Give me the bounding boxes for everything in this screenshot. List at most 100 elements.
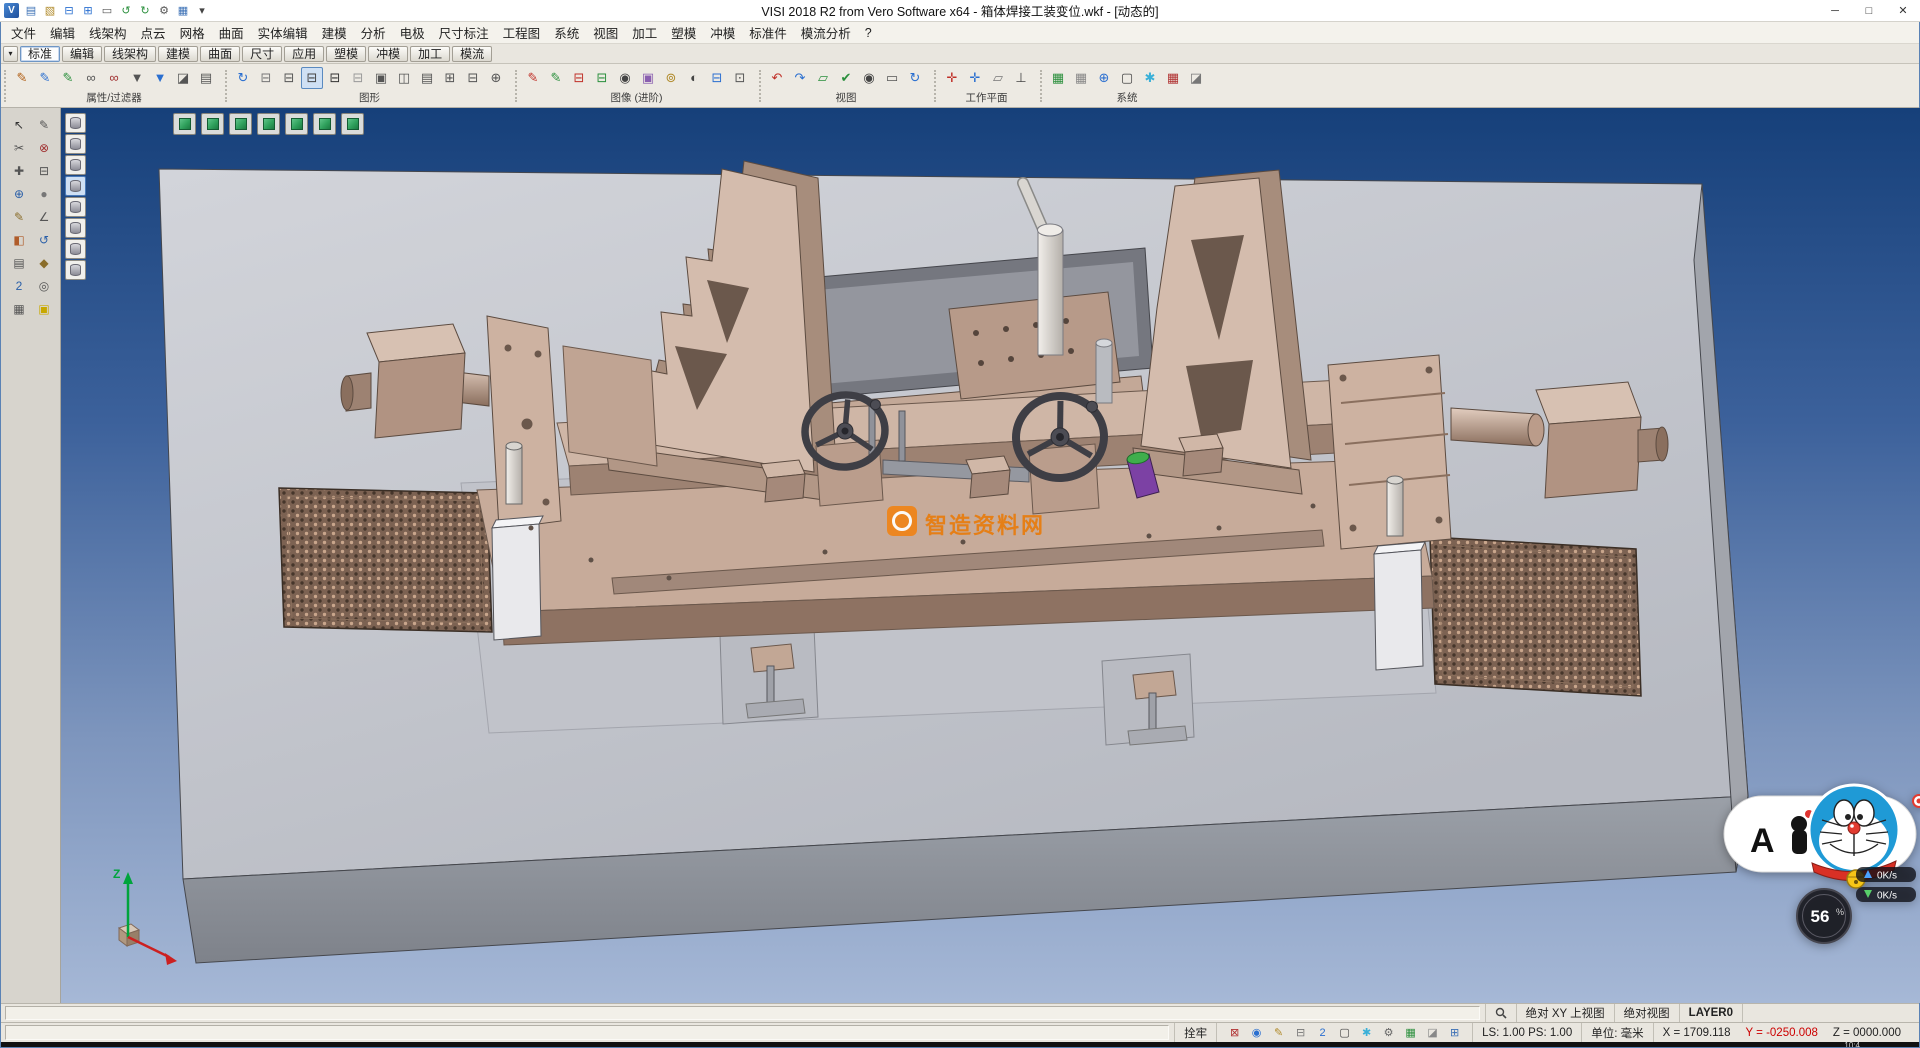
toolbar-tab[interactable]: 编辑 bbox=[62, 46, 102, 62]
two-point-icon[interactable]: 2 bbox=[9, 276, 29, 295]
match-properties-icon[interactable]: ✎ bbox=[57, 67, 79, 89]
workplane-normal-icon[interactable]: ⊥ bbox=[1010, 67, 1032, 89]
link-icon[interactable]: ∞ bbox=[80, 67, 102, 89]
workplane-face-icon[interactable]: ▱ bbox=[987, 67, 1009, 89]
edit-attributes-icon[interactable]: ✎ bbox=[11, 67, 33, 89]
toolbar-tab[interactable]: 冲模 bbox=[368, 46, 408, 62]
menu-item[interactable]: 线架构 bbox=[82, 21, 134, 44]
view-plane-icon[interactable]: ▱ bbox=[812, 67, 834, 89]
wireframe-view-icon[interactable]: ⊟ bbox=[255, 67, 277, 89]
view-iso-icon[interactable] bbox=[173, 113, 196, 135]
menu-item[interactable]: 建模 bbox=[315, 21, 354, 44]
view-check-icon[interactable]: ✔ bbox=[835, 67, 857, 89]
layer-disc-icon[interactable] bbox=[65, 239, 86, 259]
menu-item[interactable]: ? bbox=[858, 24, 879, 42]
trim-icon[interactable]: ✂ bbox=[9, 138, 29, 157]
layers-view-icon[interactable]: ▤ bbox=[416, 67, 438, 89]
attributes-brush-icon[interactable]: ✎ bbox=[34, 67, 56, 89]
view-back-icon[interactable] bbox=[313, 113, 336, 135]
plane-lock-icon[interactable]: ◪ bbox=[1424, 1026, 1441, 1039]
solid-blue-icon[interactable]: ⊟ bbox=[706, 67, 728, 89]
camera-icon[interactable]: ▣ bbox=[637, 67, 659, 89]
rendered-view-icon[interactable]: ⊟ bbox=[324, 67, 346, 89]
pencil-icon[interactable]: ✎ bbox=[9, 207, 29, 226]
viewport-3d[interactable]: 智造资料网 Z bbox=[61, 108, 1920, 1003]
menu-item[interactable]: 实体编辑 bbox=[251, 21, 315, 44]
edit-icon[interactable]: ✎ bbox=[34, 115, 54, 134]
stamp-icon[interactable]: ◆ bbox=[34, 253, 54, 272]
menu-item[interactable]: 工程图 bbox=[496, 21, 548, 44]
doraemon-speed-widget[interactable]: A bbox=[1704, 768, 1920, 958]
texture-icon[interactable]: ⊡ bbox=[729, 67, 751, 89]
refresh-icon[interactable]: ↻ bbox=[232, 67, 254, 89]
menu-item[interactable]: 尺寸标注 bbox=[432, 21, 496, 44]
new-file-icon[interactable]: ▤ bbox=[23, 3, 39, 19]
workplane-origin-icon[interactable]: ✛ bbox=[941, 67, 963, 89]
view-right-icon[interactable] bbox=[257, 113, 280, 135]
freeze-icon[interactable]: ✱ bbox=[1358, 1026, 1375, 1039]
green-pencil-icon[interactable]: ✎ bbox=[545, 67, 567, 89]
palette-icon[interactable]: ◧ bbox=[9, 230, 29, 249]
angle-measure-icon[interactable]: ∠ bbox=[34, 207, 54, 226]
view-bottom-icon[interactable] bbox=[341, 113, 364, 135]
globe-icon[interactable]: ⊕ bbox=[1093, 67, 1115, 89]
menu-item[interactable]: 模流分析 bbox=[794, 21, 858, 44]
hidden-line-icon[interactable]: ⊟ bbox=[278, 67, 300, 89]
ghost-view-icon[interactable]: ⊟ bbox=[347, 67, 369, 89]
toolbar-tab[interactable]: 曲面 bbox=[200, 46, 240, 62]
solid-mode-icon[interactable]: ⊟ bbox=[1292, 1026, 1309, 1039]
snap-icon[interactable]: ⊕ bbox=[9, 184, 29, 203]
sphere-icon[interactable]: ● bbox=[34, 184, 54, 203]
lock-icon[interactable]: ⊠ bbox=[1226, 1026, 1243, 1039]
grid-view-icon[interactable]: ⊞ bbox=[439, 67, 461, 89]
monitor-icon[interactable]: ▢ bbox=[1116, 67, 1138, 89]
snowflake-icon[interactable]: ✱ bbox=[1139, 67, 1161, 89]
box-view-icon[interactable]: ▣ bbox=[370, 67, 392, 89]
menu-item[interactable]: 电极 bbox=[393, 21, 432, 44]
menu-item[interactable]: 点云 bbox=[134, 21, 173, 44]
layer-disc-icon[interactable] bbox=[65, 155, 86, 175]
zoom-cube-icon[interactable]: ⊕ bbox=[485, 67, 507, 89]
layer-disc-icon[interactable] bbox=[65, 176, 86, 196]
maximize-button[interactable]: □ bbox=[1852, 0, 1886, 21]
menu-item[interactable]: 标准件 bbox=[742, 21, 794, 44]
settings-icon[interactable]: ⚙ bbox=[156, 3, 172, 19]
layer-disc-icon[interactable] bbox=[65, 218, 86, 238]
layer-disc-icon[interactable] bbox=[65, 134, 86, 154]
toolbar-tab[interactable]: 模流 bbox=[452, 46, 492, 62]
contrast-icon[interactable]: ◐ bbox=[683, 67, 705, 89]
solid-view-icon[interactable]: ⊟ bbox=[462, 67, 484, 89]
workplane-align-icon[interactable]: ✛ bbox=[964, 67, 986, 89]
layer-disc-icon[interactable] bbox=[65, 197, 86, 217]
toolbar-tab[interactable]: 线架构 bbox=[104, 46, 156, 62]
redo-icon[interactable]: ↻ bbox=[137, 3, 153, 19]
save-icon[interactable]: ⊟ bbox=[61, 3, 77, 19]
layer-disc-icon[interactable] bbox=[65, 260, 86, 280]
cylinder-icon[interactable]: ⊟ bbox=[34, 161, 54, 180]
toolbar-tab[interactable]: 建模 bbox=[158, 46, 198, 62]
filter-add-icon[interactable]: ▼ bbox=[149, 67, 171, 89]
light-icon[interactable]: ⊚ bbox=[660, 67, 682, 89]
toolbar-tab[interactable]: 应用 bbox=[284, 46, 324, 62]
red-pencil-icon[interactable]: ✎ bbox=[522, 67, 544, 89]
toolbar-tab[interactable]: 加工 bbox=[410, 46, 450, 62]
menu-item[interactable]: 网格 bbox=[173, 21, 212, 44]
solid-green-icon[interactable]: ⊟ bbox=[591, 67, 613, 89]
toolbar-tab[interactable]: 标准 bbox=[20, 46, 60, 62]
calc-icon[interactable]: ⊞ bbox=[1446, 1026, 1463, 1039]
menu-item[interactable]: 冲模 bbox=[703, 21, 742, 44]
view-next-icon[interactable]: ↷ bbox=[789, 67, 811, 89]
eye-icon[interactable]: ◉ bbox=[614, 67, 636, 89]
filter-icon[interactable]: ▼ bbox=[126, 67, 148, 89]
grid-icon[interactable]: ▦ bbox=[175, 3, 191, 19]
print-icon[interactable]: ▭ bbox=[99, 3, 115, 19]
menu-item[interactable]: 塑模 bbox=[664, 21, 703, 44]
menu-item[interactable]: 编辑 bbox=[43, 21, 82, 44]
menu-item[interactable]: 分析 bbox=[354, 21, 393, 44]
edit-mode-icon[interactable]: ✎ bbox=[1270, 1026, 1287, 1039]
menu-item[interactable]: 视图 bbox=[586, 21, 625, 44]
view-rotate-icon[interactable]: ↻ bbox=[904, 67, 926, 89]
view-left-icon[interactable] bbox=[285, 113, 308, 135]
view-previous-icon[interactable]: ↶ bbox=[766, 67, 788, 89]
quick-access-dropdown-icon[interactable]: ▾ bbox=[194, 3, 210, 19]
